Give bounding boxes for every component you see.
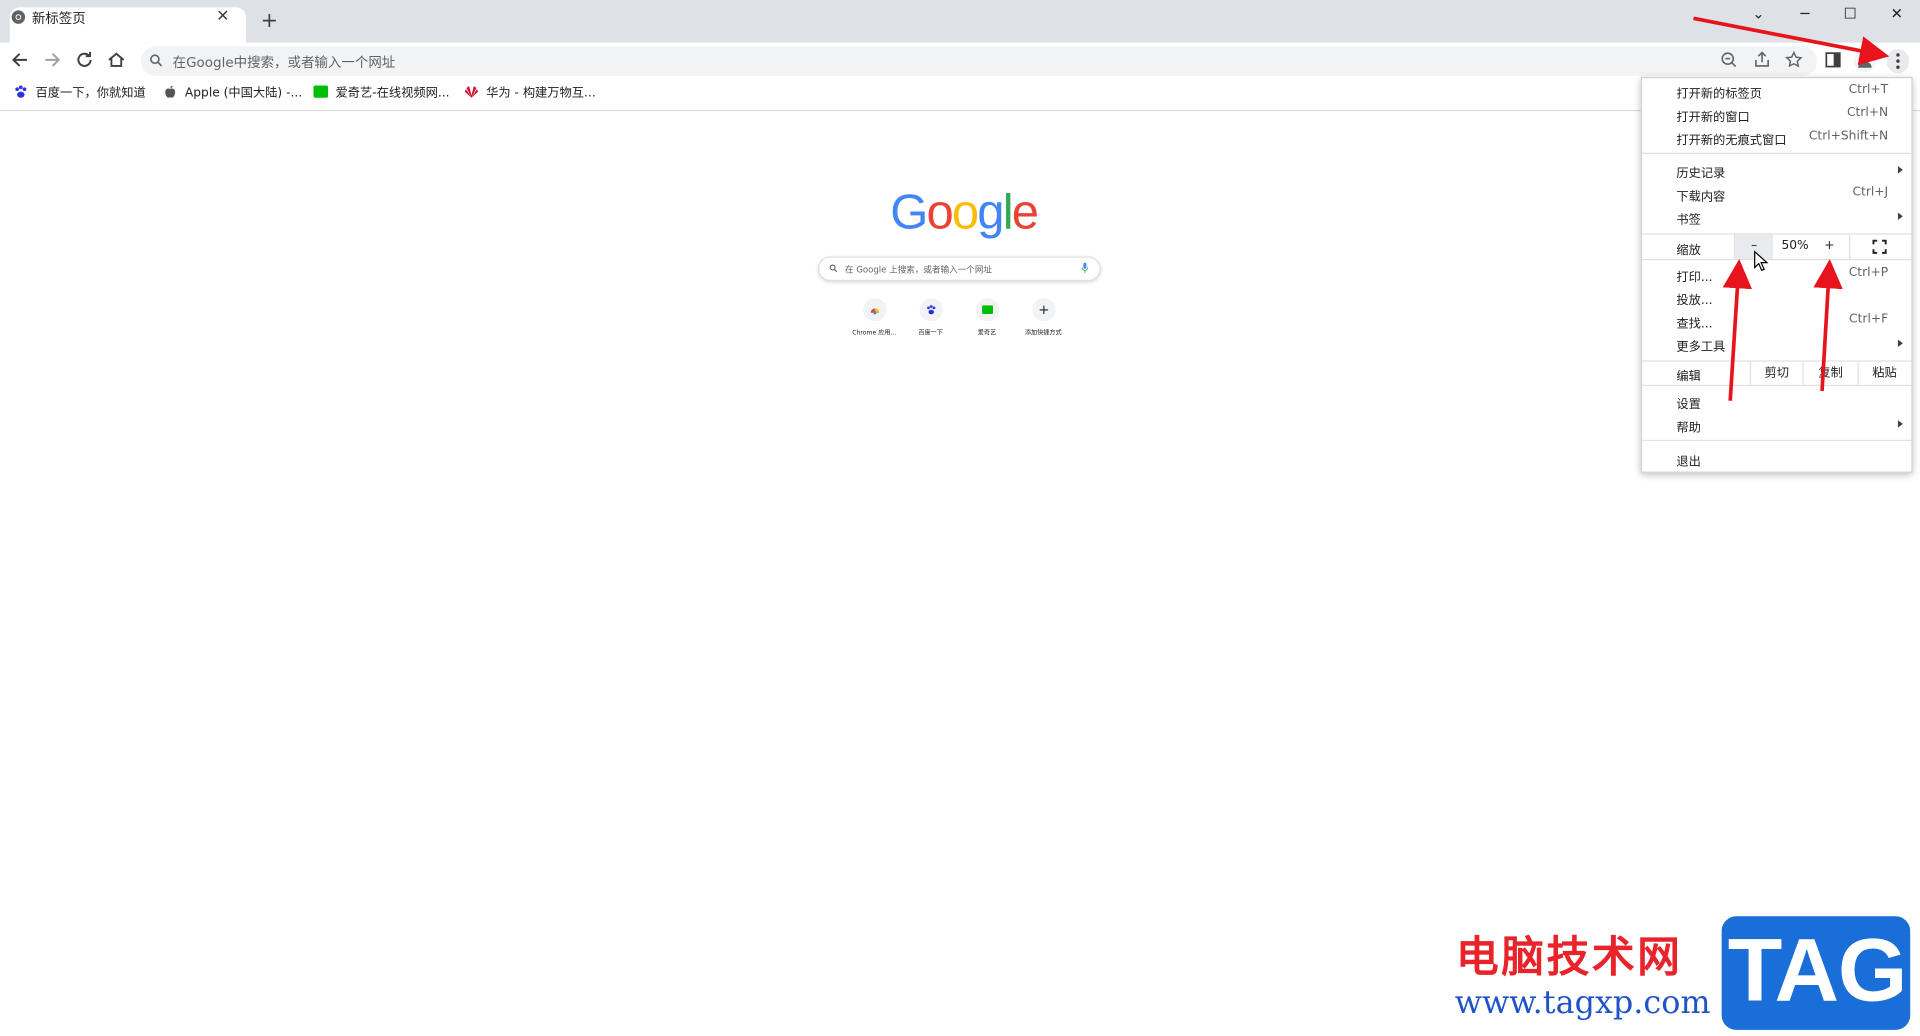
iqiyi-icon (982, 305, 994, 314)
menu-item-new-tab[interactable]: 打开新的标签页 (1676, 83, 1762, 101)
google-logo-letter: l (1002, 185, 1014, 240)
microphone-icon[interactable] (1081, 262, 1089, 274)
address-bar-placeholder: 在Google中搜索，或者输入一个网址 (172, 54, 396, 71)
google-logo-letter: o (951, 185, 979, 240)
menu-separator (1642, 384, 1912, 387)
kebab-menu-icon[interactable] (1886, 48, 1909, 74)
huawei-icon (464, 86, 479, 98)
tab-search-icon[interactable]: ⌄ (1746, 5, 1770, 25)
menu-item-bookmarks[interactable]: 书签 (1676, 209, 1700, 227)
shortcut-incognito: Ctrl+Shift+N (1808, 129, 1889, 143)
person-icon (1858, 53, 1872, 68)
zoom-icon[interactable] (1719, 50, 1739, 70)
menu-item-more-tools[interactable]: 更多工具 (1676, 336, 1725, 354)
shortcut-downloads: Ctrl+J (1852, 185, 1889, 200)
minimize-button[interactable]: ─ (1793, 5, 1817, 25)
cut-button[interactable]: 剪切 (1751, 362, 1802, 385)
bookmark-label: 爱奇艺-在线视频网... (335, 86, 450, 101)
menu-item-print[interactable]: 打印... (1676, 266, 1712, 284)
fullscreen-icon[interactable] (1872, 239, 1887, 254)
close-window-button[interactable]: ✕ (1884, 5, 1908, 25)
menu-item-cast[interactable]: 投放... (1676, 290, 1712, 307)
apple-icon (165, 85, 176, 98)
menu-item-downloads[interactable]: 下载内容 (1676, 186, 1725, 204)
menu-separator (1642, 439, 1912, 442)
annotation-arrows (1693, 16, 1890, 401)
forward-button[interactable] (40, 49, 62, 71)
bookmark-label: 华为 - 构建万物互... (486, 86, 596, 101)
maximize-button[interactable]: ☐ (1838, 5, 1862, 25)
menu-item-help[interactable]: 帮助 (1676, 417, 1700, 434)
submenu-arrow-icon (1897, 212, 1903, 220)
submenu-arrow-icon (1897, 420, 1903, 428)
chrome-web-store-icon (870, 308, 880, 315)
shortcut-label: 百度一下 (918, 329, 943, 338)
shortcut-new-tab: Ctrl+T (1848, 83, 1889, 97)
baidu-paw-icon (15, 85, 27, 98)
shortcut-find: Ctrl+F (1849, 312, 1889, 327)
paste-button[interactable]: 粘贴 (1859, 362, 1910, 385)
bookmark-label: Apple (中国大陆) -... (184, 86, 303, 101)
menu-separator (1642, 259, 1912, 261)
bookmark-iqiyi[interactable]: 爱奇艺-在线视频网... (313, 84, 450, 104)
google-logo-letter: g (977, 185, 1004, 240)
bookmark-baidu[interactable]: 百度一下，你就知道 (13, 84, 146, 104)
new-tab-button[interactable]: + (260, 10, 280, 32)
back-button[interactable] (10, 49, 32, 71)
google-logo-letter: G (890, 185, 928, 240)
shortcut-label: 添加快捷方式 (1024, 329, 1062, 338)
google-logo: Google (890, 185, 1039, 240)
tab-strip (0, 0, 1920, 43)
google-logo-letter: o (926, 185, 953, 240)
iqiyi-icon (313, 85, 329, 98)
menu-separator (1642, 152, 1912, 154)
browser-window: 新标签页 ✕ + ⌄ ─ ☐ ✕ 在Google中搜索，或者输入一个网址 百度一… (0, 0, 1920, 1036)
bookmark-huawei[interactable]: 华为 - 构建万物互... (464, 84, 596, 104)
watermark-url: www.tagxp.com (1454, 984, 1711, 1022)
menu-item-history[interactable]: 历史记录 (1676, 162, 1725, 180)
tab-title: 新标签页 (31, 10, 86, 27)
menu-item-incognito[interactable]: 打开新的无痕式窗口 (1676, 130, 1786, 147)
ntp-search-placeholder: 在 Google 上搜索，或者输入一个网址 (844, 265, 993, 275)
menu-item-zoom: 缩放 (1676, 244, 1701, 258)
submenu-arrow-icon (1897, 339, 1903, 347)
mouse-cursor-icon (1754, 250, 1769, 272)
shortcut-label: Chrome 应用... (852, 329, 897, 338)
add-shortcut-icon: + (1038, 301, 1050, 318)
shortcut-new-window: Ctrl+N (1846, 106, 1889, 120)
tab-close-icon[interactable]: ✕ (214, 7, 231, 27)
bookmark-star-icon[interactable] (1784, 50, 1804, 70)
baidu-paw-icon (927, 305, 936, 315)
zoom-divider (1848, 234, 1851, 260)
menu-item-exit[interactable]: 退出 (1676, 451, 1700, 469)
share-icon[interactable] (1752, 50, 1772, 70)
menu-item-edit: 编辑 (1676, 370, 1701, 384)
ntp-search-icon (829, 264, 838, 273)
chrome-icon (11, 10, 26, 24)
shortcut-label: 爱奇艺 (977, 329, 997, 338)
copy-button[interactable]: 复制 (1804, 362, 1858, 385)
home-button[interactable] (105, 49, 127, 71)
menu-item-settings[interactable]: 设置 (1676, 393, 1700, 411)
bookmark-apple[interactable]: Apple (中国大陆) -... (163, 84, 302, 104)
submenu-arrow-icon (1897, 166, 1903, 174)
zoom-in-button[interactable]: + (1817, 235, 1841, 259)
watermark-tag-text: TAG (1727, 921, 1908, 1021)
google-logo-letter: e (1011, 185, 1039, 240)
bookmark-label: 百度一下，你就知道 (35, 86, 146, 101)
side-panel-icon[interactable] (1823, 50, 1843, 70)
watermark-site-name: 电脑技术网 (1455, 933, 1683, 983)
search-icon (150, 54, 163, 67)
menu-item-find[interactable]: 查找... (1676, 313, 1712, 331)
shortcut-print: Ctrl+P (1848, 266, 1889, 280)
zoom-level: 50% (1781, 239, 1809, 253)
menu-item-new-window[interactable]: 打开新的窗口 (1676, 106, 1749, 124)
reload-button[interactable] (73, 49, 95, 71)
